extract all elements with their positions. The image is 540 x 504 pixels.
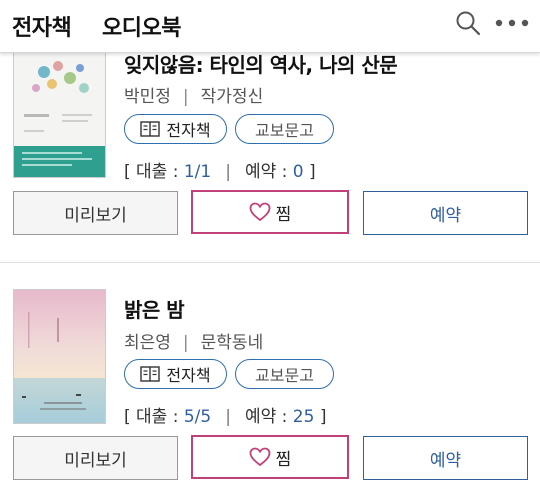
wish-button-label: 찜 [275,204,292,225]
tab-ebook[interactable]: 전자책 [12,10,72,42]
top-tab-bar: 전자책 오디오북 [0,0,540,53]
loan-close: ] [314,407,327,427]
heart-icon [249,202,271,222]
loan-label: [ 대출 : [124,407,184,427]
supplier-label: 교보문고 [255,366,314,385]
book-cover[interactable] [13,43,106,178]
book-meta: 박민정 | 작가정신 [124,87,264,107]
preview-button-label: 미리보기 [64,205,127,226]
reserve-button[interactable]: 예약 [363,191,528,235]
heart-icon [249,447,271,467]
reserve-label: 예약 : [244,407,293,427]
preview-button[interactable]: 미리보기 [13,191,178,235]
loan-status: [ 대출 : 1/1 | 예약 : 0 ] [124,162,316,182]
book-item: 밝은 밤 최은영 | 문학동네 전자책 교보문고 [ 대출 : 5/5 | 예약 : 2… [0,262,540,504]
ebook-format-badge: 전자책 [124,114,227,144]
supplier-label: 교보문고 [255,121,314,140]
more-options-icon[interactable] [495,18,529,28]
supplier-badge: 교보문고 [235,114,334,144]
format-label: 전자책 [166,366,211,385]
reserve-button[interactable]: 예약 [363,436,528,480]
reserve-count: 0 [292,162,304,182]
book-title[interactable]: 밝은 밤 [124,294,185,323]
loan-count: 5/5 [183,407,212,427]
loan-count: 1/1 [183,162,212,182]
book-open-icon [140,121,161,137]
book-publisher: 작가정신 [200,87,264,107]
tab-audiobook[interactable]: 오디오북 [102,10,181,42]
book-author: 박민정 [124,87,171,107]
loan-status: [ 대출 : 5/5 | 예약 : 25 ] [124,407,327,427]
reserve-label: 예약 : [244,162,293,182]
format-label: 전자책 [166,121,211,140]
reserve-button-label: 예약 [429,205,462,226]
wish-button-label: 찜 [275,449,292,470]
preview-button[interactable]: 미리보기 [13,436,178,480]
supplier-badge: 교보문고 [235,359,334,389]
book-meta: 최은영 | 문학동네 [124,333,264,353]
reserve-count: 25 [292,407,315,427]
book-publisher: 문학동네 [200,333,264,353]
ebook-format-badge: 전자책 [124,359,227,389]
reserve-button-label: 예약 [429,450,462,471]
book-open-icon [140,366,161,382]
wish-button[interactable]: 찜 [191,190,349,234]
book-title[interactable]: 잊지않음: 타인의 역사, 나의 산문 [124,49,398,78]
loan-close: ] [303,162,316,182]
preview-button-label: 미리보기 [64,450,127,471]
book-cover[interactable] [13,289,106,424]
search-icon[interactable] [455,10,481,36]
wish-button[interactable]: 찜 [191,435,349,479]
book-author: 최은영 [124,333,171,353]
loan-label: [ 대출 : [124,162,184,182]
